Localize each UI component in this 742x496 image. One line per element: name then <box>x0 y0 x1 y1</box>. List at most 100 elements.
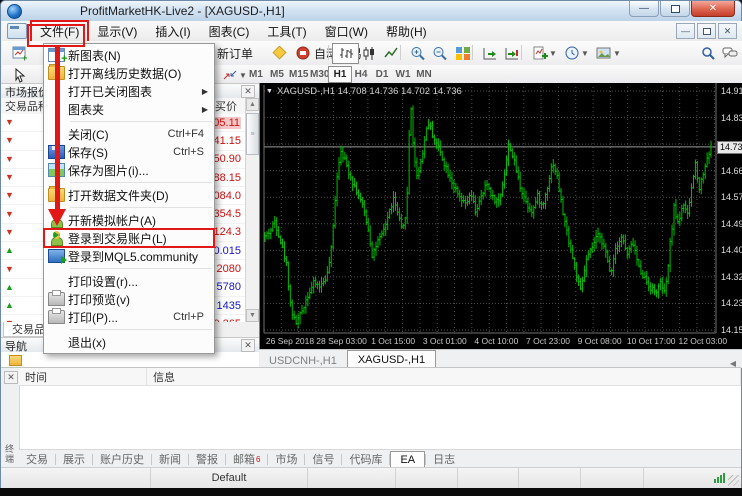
scrollbar-thumb[interactable]: ≡ <box>246 113 259 155</box>
menu-item-关闭C[interactable]: 关闭(C)Ctrl+F4 <box>44 125 214 143</box>
market-watch-close-icon[interactable]: ✕ <box>241 85 255 98</box>
terminal-close-icon[interactable]: ✕ <box>4 371 18 384</box>
menu-item-退出x[interactable]: 退出(x) <box>44 333 214 351</box>
mail-count-badge: 6 <box>256 455 260 464</box>
menu-item-图表夹[interactable]: 图表夹▶ <box>44 100 214 118</box>
menu-item-打开数据文件夹D[interactable]: 打开数据文件夹(D) <box>44 186 214 204</box>
menu-item-打印预览v[interactable]: 打印预览(v) <box>44 290 214 308</box>
arrows2-icon <box>221 67 238 84</box>
chart-dropdown-icon[interactable]: ▼ <box>266 88 273 95</box>
terminal-tab-label: 展示 <box>63 451 85 467</box>
metaeditor-icon <box>270 45 287 62</box>
chat-button[interactable] <box>716 43 742 64</box>
menu-item-打印设置r[interactable]: 打印设置(r)... <box>44 272 214 290</box>
terminal-tab-2[interactable]: 账户历史 <box>93 450 151 468</box>
status-cell <box>581 468 644 488</box>
menu-item-登录到MQL5community[interactable]: 登录到MQL5.community <box>44 247 214 265</box>
navigator-close-icon[interactable]: ✕ <box>241 339 255 352</box>
menu-item-打印P[interactable]: 打印(P)...Ctrl+P <box>44 308 214 326</box>
terminal-tab-5[interactable]: 邮箱6 <box>226 450 267 468</box>
terminal-tab-ea[interactable]: EA <box>390 451 425 468</box>
menu-item-新图表N[interactable]: 新图表(N) <box>44 46 214 64</box>
terminal-col-message[interactable]: 信息 <box>147 368 741 385</box>
mql-glyph-icon <box>48 249 65 263</box>
status-profile[interactable]: Default <box>151 468 308 488</box>
resize-grip[interactable] <box>728 475 739 486</box>
menu-file[interactable]: 文件(F) <box>31 21 88 42</box>
menu-item-保存S[interactable]: 保存(S)Ctrl+S <box>44 143 214 161</box>
chart-canvas[interactable] <box>260 83 742 349</box>
price-tick-label: 14.830 <box>721 114 742 123</box>
menu-separator <box>70 268 212 269</box>
periods-button[interactable]: ▼ <box>558 43 594 64</box>
terminal-tab-0[interactable]: 交易 <box>19 450 55 468</box>
child-minimize-button[interactable]: — <box>676 23 695 39</box>
navigator-content[interactable] <box>1 352 260 367</box>
chart-ohlc-header: ▼ XAGUSD-,H1 14.708 14.736 14.702 14.736 <box>266 86 462 97</box>
terminal-tab-label: 市场 <box>275 451 297 467</box>
metaeditor-button[interactable] <box>265 43 292 64</box>
market-watch-scrollbar[interactable]: ▲ ≡ ▼ <box>245 98 260 322</box>
time-tick-label: 10 Oct 17:00 <box>627 336 676 346</box>
child-close-button[interactable]: ✕ <box>718 23 737 39</box>
menu-insert[interactable]: 插入(I) <box>146 21 199 42</box>
menu-charts[interactable]: 图表(C) <box>200 21 259 42</box>
dropdown-caret-icon: ▼ <box>581 49 589 58</box>
new-chart-button[interactable]: + <box>6 43 33 64</box>
title-bar[interactable]: ProfitMarketHK-Live2 - [XAGUSD-,H1] — ✕ <box>1 1 741 21</box>
folder-glyph-icon <box>48 188 65 202</box>
terminal-tab-label: 交易 <box>26 451 48 467</box>
menu-item-保存为图片i[interactable]: 保存为图片(i)... <box>44 161 214 179</box>
menu-item-label: 打开数据文件夹(D) <box>68 187 169 204</box>
scroll-down-icon[interactable]: ▼ <box>246 309 259 322</box>
template-icon <box>595 45 612 62</box>
menu-item-shortcut: Ctrl+P <box>173 311 204 323</box>
child-window-icon[interactable] <box>7 23 27 39</box>
menu-item-登录到交易账户L[interactable]: 登录到交易账户(L) <box>44 229 214 247</box>
save-glyph-icon <box>48 145 65 159</box>
terminal-tab-8[interactable]: 代码库 <box>342 450 389 468</box>
menu-window[interactable]: 窗口(W) <box>316 21 377 42</box>
menu-item-打开已关闭图表[interactable]: 打开已关闭图表▶ <box>44 82 214 100</box>
menu-item-开新模拟帐户A[interactable]: 开新模拟帐户(A) <box>44 211 214 229</box>
candles-icon <box>360 45 377 62</box>
chart-tab-XAGUSDH1[interactable]: XAGUSD-,H1 <box>347 350 436 368</box>
indicators-button[interactable]: ▼ <box>526 43 562 64</box>
menu-view[interactable]: 显示(V) <box>88 21 146 42</box>
terminal-tab-3[interactable]: 新闻 <box>152 450 188 468</box>
new-order-button[interactable]: 新订单 <box>212 43 258 64</box>
tick-down-icon: ▼ <box>5 155 15 164</box>
terminal-tab-4[interactable]: 警报 <box>189 450 225 468</box>
chart-window[interactable]: ▼ XAGUSD-,H1 14.708 14.736 14.702 14.736… <box>259 83 742 349</box>
status-cell <box>308 468 396 488</box>
timeframe-MN[interactable]: MN <box>412 66 436 83</box>
menu-item-shortcut: Ctrl+F4 <box>168 128 204 140</box>
menu-tools[interactable]: 工具(T) <box>258 21 315 42</box>
terminal-tab-7[interactable]: 信号 <box>305 450 341 468</box>
child-restore-button[interactable] <box>697 23 716 39</box>
scroll-up-icon[interactable]: ▲ <box>246 98 259 111</box>
terminal-tab-10[interactable]: 日志 <box>426 450 462 468</box>
terminal-tab-1[interactable]: 展示 <box>56 450 92 468</box>
terminal-col-time[interactable]: 时间 <box>19 368 147 385</box>
terminal-tab-6[interactable]: 市场 <box>268 450 304 468</box>
minimize-button[interactable]: — <box>629 1 659 17</box>
ask-price-value: 5780 <box>217 281 241 293</box>
save-icon <box>44 145 68 159</box>
restore-button[interactable] <box>660 1 690 17</box>
templates-button[interactable]: ▼ <box>590 43 626 64</box>
app-logo-icon <box>7 4 22 19</box>
pic-icon <box>44 163 68 177</box>
ask-price-value: 354.5 <box>213 208 241 220</box>
cursor-icon <box>11 67 28 84</box>
chart-tab-USDCNHH1[interactable]: USDCNH-,H1 <box>259 353 347 368</box>
terminal-tab-label: 代码库 <box>349 451 382 467</box>
ask-price-value: 0.265 <box>213 318 241 322</box>
menu-help[interactable]: 帮助(H) <box>377 21 436 42</box>
submenu-arrow-icon: ▶ <box>202 105 208 114</box>
menu-item-打开离线历史数据O[interactable]: 打开离线历史数据(O) <box>44 64 214 82</box>
tick-down-icon: ▼ <box>5 173 15 182</box>
close-button[interactable]: ✕ <box>691 1 735 17</box>
window-title: ProfitMarketHK-Live2 - [XAGUSD-,H1] <box>80 4 285 18</box>
price-tick-label: 14.575 <box>721 193 742 202</box>
